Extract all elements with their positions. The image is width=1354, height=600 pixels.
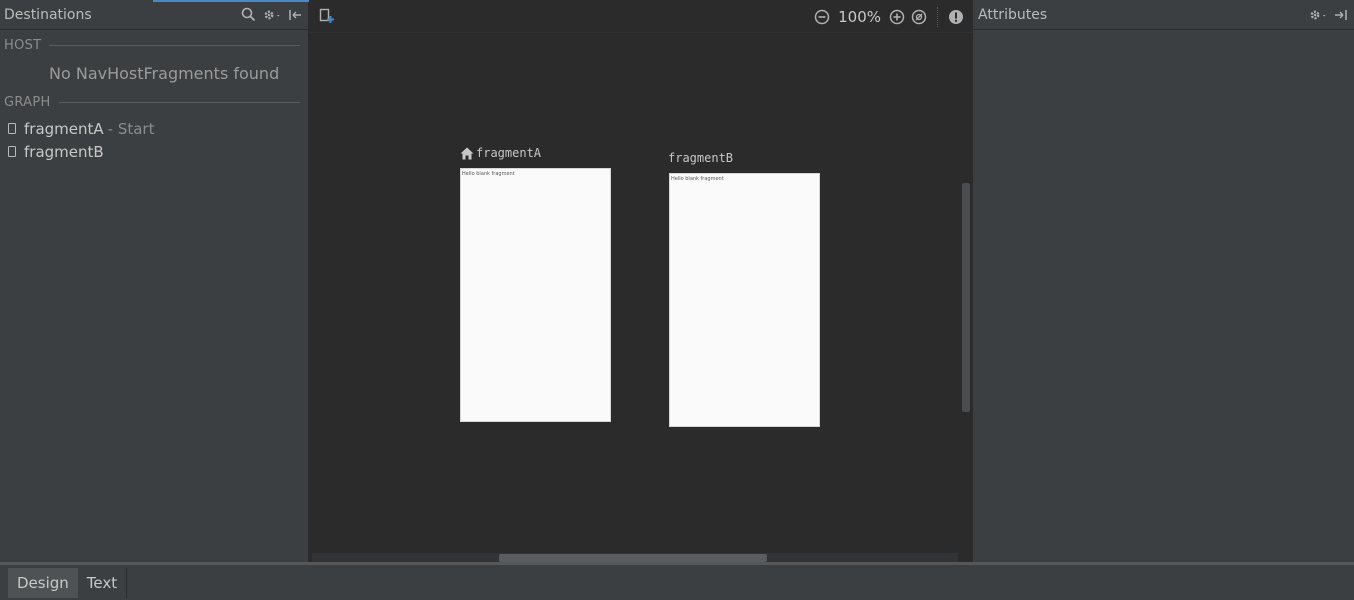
warning-icon[interactable] bbox=[948, 9, 964, 25]
fragment-name: fragmentB bbox=[668, 151, 734, 165]
start-destination-label: - Start bbox=[107, 119, 155, 138]
host-section-header: HOST bbox=[0, 31, 308, 59]
gear-icon[interactable] bbox=[1308, 8, 1328, 22]
preview-text: Hello blank fragment bbox=[671, 176, 724, 182]
tab-text[interactable]: Text bbox=[78, 568, 126, 598]
collapse-icon[interactable] bbox=[288, 8, 302, 22]
tab-label: Design bbox=[17, 573, 69, 592]
destination-name: fragmentB bbox=[24, 142, 104, 161]
host-label: HOST bbox=[4, 37, 42, 53]
host-empty-message: No NavHostFragments found bbox=[49, 64, 280, 83]
navigation-canvas[interactable]: 100% fragmentA Hello blank fragment frag… bbox=[310, 0, 972, 562]
destinations-header: Destinations bbox=[0, 0, 309, 30]
new-destination-icon[interactable] bbox=[319, 8, 335, 24]
fragment-name: fragmentA bbox=[476, 146, 542, 160]
tab-divider bbox=[126, 567, 128, 598]
destinations-panel: Destinations HOST No NavHostFragments fo… bbox=[0, 0, 309, 562]
preview-text: Hello blank fragment bbox=[462, 171, 515, 177]
fragment-preview-fragmentB[interactable]: Hello blank fragment bbox=[669, 173, 820, 427]
graph-section-header: GRAPH bbox=[0, 88, 308, 116]
phone-icon bbox=[8, 123, 16, 134]
tab-label: Text bbox=[86, 573, 118, 592]
attributes-title: Attributes bbox=[978, 6, 1048, 23]
attributes-header: Attributes bbox=[973, 0, 1354, 30]
fragment-label-fragmentB[interactable]: fragmentB bbox=[668, 151, 733, 165]
hide-panel-icon[interactable] bbox=[1334, 8, 1348, 22]
graph-label: GRAPH bbox=[4, 94, 51, 110]
tab-design[interactable]: Design bbox=[8, 567, 78, 598]
attributes-panel: Attributes bbox=[972, 0, 1354, 562]
fragment-label-fragmentA[interactable]: fragmentA bbox=[460, 146, 541, 160]
toolbar-separator bbox=[937, 6, 938, 27]
canvas-toolbar: 100% bbox=[310, 0, 972, 33]
horizontal-scrollbar[interactable] bbox=[499, 554, 767, 562]
divider bbox=[58, 101, 300, 103]
fragment-preview-fragmentA[interactable]: Hello blank fragment bbox=[460, 168, 611, 422]
destinations-title: Destinations bbox=[4, 6, 92, 23]
active-tab-indicator bbox=[153, 0, 309, 2]
destination-name: fragmentA bbox=[24, 119, 104, 138]
destination-item-fragmentA[interactable]: fragmentA - Start bbox=[0, 117, 308, 140]
destination-item-fragmentB[interactable]: fragmentB bbox=[0, 140, 308, 163]
home-icon bbox=[460, 147, 474, 160]
zoom-level: 100% bbox=[838, 7, 881, 26]
editor-mode-tabs: Design Text bbox=[0, 562, 1354, 600]
divider bbox=[49, 44, 300, 46]
vertical-scrollbar[interactable] bbox=[962, 183, 970, 412]
search-icon[interactable] bbox=[241, 7, 256, 22]
zoom-to-fit-icon[interactable] bbox=[911, 9, 927, 25]
gear-icon[interactable] bbox=[262, 8, 282, 22]
zoom-in-icon[interactable] bbox=[889, 9, 905, 25]
phone-icon bbox=[8, 146, 16, 157]
zoom-out-icon[interactable] bbox=[814, 9, 830, 25]
